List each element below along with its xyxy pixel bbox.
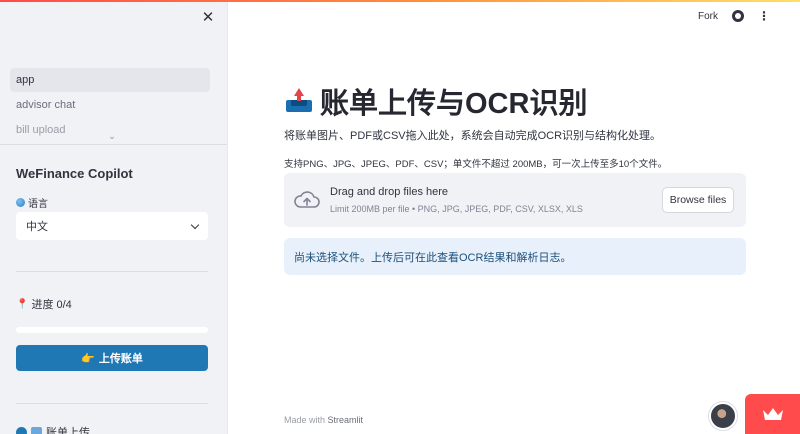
crown-icon bbox=[762, 408, 783, 420]
progress-bar bbox=[16, 327, 208, 333]
sidebar-divider bbox=[0, 144, 227, 145]
language-select[interactable]: 中文 bbox=[16, 212, 208, 240]
pointing-hand-icon: 👉 bbox=[81, 352, 95, 365]
step-type-icon bbox=[31, 426, 42, 434]
sidebar-title: WeFinance Copilot bbox=[16, 166, 133, 181]
step-item-bill-upload: 账单上传 bbox=[16, 424, 90, 434]
info-message-text: 尚未选择文件。上传后可在此查看OCR结果和解析日志。 bbox=[294, 251, 572, 264]
top-decoration-stripe bbox=[0, 0, 800, 2]
language-label: 语言 bbox=[16, 195, 48, 210]
sidebar-item-app[interactable]: app bbox=[10, 68, 210, 92]
page-title: 账单上传与OCR识别 bbox=[284, 80, 587, 122]
dropzone-title: Drag and drop files here bbox=[330, 186, 449, 198]
streamlit-link[interactable]: Streamlit bbox=[328, 415, 364, 425]
cloud-upload-icon bbox=[294, 191, 320, 208]
info-message: 尚未选择文件。上传后可在此查看OCR结果和解析日志。 bbox=[284, 238, 746, 275]
sidebar-item-advisor-chat[interactable]: advisor chat bbox=[10, 93, 210, 117]
step-status-icon bbox=[16, 426, 27, 434]
sidebar-divider bbox=[16, 403, 208, 404]
footer: Made with Streamlit bbox=[284, 415, 363, 425]
upload-bill-button[interactable]: 👉 上传账单 bbox=[16, 345, 208, 371]
footer-prefix: Made with bbox=[284, 415, 326, 425]
nav-expand-chevron-icon[interactable]: ⌄ bbox=[106, 130, 118, 142]
header-actions: Fork ⋮ bbox=[698, 10, 770, 22]
fork-link[interactable]: Fork bbox=[698, 11, 718, 22]
sidebar-divider bbox=[16, 271, 208, 272]
dropzone-limits: Limit 200MB per file • PNG, JPG, JPEG, P… bbox=[330, 204, 583, 214]
sidebar: ✕ app advisor chat bill upload ⌄ WeFinan… bbox=[0, 0, 228, 434]
github-icon[interactable] bbox=[732, 10, 744, 22]
language-select-value: 中文 bbox=[26, 221, 48, 233]
browse-files-button[interactable]: Browse files bbox=[662, 187, 734, 213]
progress-label: 📍 进度 0/4 bbox=[16, 296, 72, 312]
upload-hint: 支持PNG、JPG、JPEG、PDF、CSV；单文件不超过 200MB，可一次上… bbox=[284, 159, 668, 170]
file-dropzone[interactable]: Drag and drop files here Limit 200MB per… bbox=[284, 173, 746, 227]
upload-bill-button-label: 上传账单 bbox=[98, 353, 143, 365]
pin-icon: 📍 bbox=[16, 298, 29, 310]
streamlit-cloud-badge[interactable] bbox=[745, 394, 800, 434]
progress-label-text: 进度 0/4 bbox=[31, 299, 72, 311]
kebab-menu-icon[interactable]: ⋮ bbox=[758, 10, 770, 22]
step-label: 账单上传 bbox=[46, 427, 90, 434]
page-title-text: 账单上传与OCR识别 bbox=[320, 88, 588, 120]
page-description: 将账单图片、PDF或CSV拖入此处，系统会自动完成OCR识别与结构化处理。 bbox=[284, 130, 662, 142]
outbox-tray-icon bbox=[284, 86, 314, 116]
close-sidebar-icon[interactable]: ✕ bbox=[200, 10, 216, 26]
language-label-text: 语言 bbox=[28, 199, 48, 210]
avatar[interactable] bbox=[709, 402, 737, 430]
chevron-down-icon bbox=[190, 220, 200, 229]
globe-icon bbox=[16, 198, 25, 207]
